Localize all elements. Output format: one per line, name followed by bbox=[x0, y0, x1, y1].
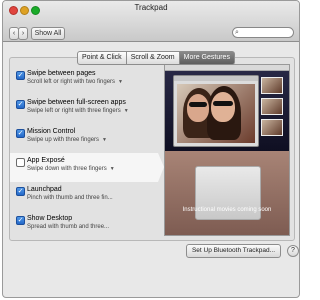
chevron-right-icon: › bbox=[21, 30, 25, 37]
chevron-down-icon: ▼ bbox=[118, 79, 123, 85]
window-title: Trackpad bbox=[134, 3, 168, 12]
preview-caption: Instructional movies coming soon bbox=[182, 207, 272, 213]
preview-photo-toolbar bbox=[174, 76, 258, 81]
option-app-expose[interactable]: App Exposé Swipe down with three fingers… bbox=[10, 153, 164, 182]
tab-bar: Point & Click Scroll & Zoom More Gesture… bbox=[77, 51, 235, 65]
option-swipe-full-screen-apps[interactable]: ✓ Swipe between full-screen apps Swipe l… bbox=[10, 95, 158, 124]
option-show-desktop[interactable]: ✓ Show Desktop Spread with thumb and thr… bbox=[10, 211, 158, 240]
preview-menu-bar bbox=[165, 65, 289, 71]
option-swipe-between-pages[interactable]: ✓ Swipe between pages Scroll left or rig… bbox=[10, 66, 158, 95]
search-field[interactable]: ⌕ bbox=[232, 27, 294, 38]
chevron-down-icon: ▼ bbox=[109, 166, 115, 172]
option-subtitle: Spread with thumb and three... bbox=[27, 224, 110, 230]
mission-control-checkbox[interactable]: ✓ bbox=[16, 129, 25, 138]
option-subtitle-dropdown[interactable]: Swipe up with three fingers ▼ bbox=[27, 137, 107, 143]
option-title: App Exposé bbox=[27, 157, 65, 164]
preview-thumbnail bbox=[261, 119, 283, 136]
preview-thumbnails bbox=[261, 77, 283, 140]
preview-screen-image bbox=[165, 65, 289, 151]
option-mission-control[interactable]: ✓ Mission Control Swipe up with three fi… bbox=[10, 124, 158, 153]
show-all-button[interactable]: Show All bbox=[31, 27, 65, 40]
option-subtitle: Scroll left or right with two fingers bbox=[27, 79, 116, 85]
chevron-down-icon: ▼ bbox=[102, 137, 107, 143]
help-button[interactable]: ? bbox=[287, 245, 299, 257]
forward-button[interactable]: › bbox=[18, 27, 28, 40]
show-desktop-checkbox[interactable]: ✓ bbox=[16, 216, 25, 225]
chevron-left-icon: ‹ bbox=[12, 30, 16, 37]
option-title: Swipe between full-screen apps bbox=[27, 99, 126, 106]
preview-photo-window bbox=[173, 75, 259, 147]
trackpad-preferences-window: Trackpad ‹ › Show All ⌕ Point & Click Sc… bbox=[2, 0, 300, 298]
app-expose-checkbox[interactable] bbox=[16, 158, 25, 167]
option-subtitle-dropdown[interactable]: Swipe down with three fingers ▼ bbox=[27, 166, 115, 172]
search-input[interactable] bbox=[244, 28, 291, 37]
option-title: Launchpad bbox=[27, 186, 62, 193]
option-subtitle: Pinch with thumb and three fin... bbox=[27, 195, 113, 201]
chevron-down-icon: ▼ bbox=[123, 108, 129, 114]
preview-trackpad-area: Instructional movies coming soon bbox=[165, 151, 289, 235]
option-subtitle: Swipe down with three fingers bbox=[27, 166, 107, 172]
preview-photo-detail bbox=[213, 101, 233, 106]
preview-photo-detail bbox=[211, 92, 235, 122]
tab-scroll-and-zoom[interactable]: Scroll & Zoom bbox=[126, 51, 180, 65]
preview-thumbnail bbox=[261, 98, 283, 115]
option-title: Show Desktop bbox=[27, 215, 73, 222]
gestures-panel: ✓ Swipe between pages Scroll left or rig… bbox=[9, 57, 295, 241]
search-icon: ⌕ bbox=[235, 29, 239, 36]
title-bar: Trackpad ‹ › Show All ⌕ bbox=[3, 1, 299, 42]
option-subtitle: Swipe up with three fingers bbox=[27, 137, 100, 143]
option-title: Swipe between pages bbox=[27, 70, 96, 77]
preview-photo-detail bbox=[187, 94, 209, 122]
swipe-full-screen-apps-checkbox[interactable]: ✓ bbox=[16, 100, 25, 109]
option-title: Mission Control bbox=[27, 128, 76, 135]
option-subtitle-dropdown[interactable]: Swipe left or right with three fingers ▼ bbox=[27, 108, 129, 114]
option-subtitle-dropdown[interactable]: Scroll left or right with two fingers ▼ bbox=[27, 79, 123, 85]
preview-photo bbox=[177, 84, 255, 143]
option-subtitle: Swipe left or right with three fingers bbox=[27, 108, 121, 114]
gesture-preview: Instructional movies coming soon bbox=[164, 64, 290, 236]
launchpad-checkbox[interactable]: ✓ bbox=[16, 187, 25, 196]
gesture-options-list: ✓ Swipe between pages Scroll left or rig… bbox=[10, 66, 164, 240]
preview-photo-detail bbox=[189, 102, 207, 107]
tab-point-and-click[interactable]: Point & Click bbox=[77, 51, 127, 65]
preview-thumbnail bbox=[261, 77, 283, 94]
option-launchpad[interactable]: ✓ Launchpad Pinch with thumb and three f… bbox=[10, 182, 158, 211]
setup-bluetooth-trackpad-button[interactable]: Set Up Bluetooth Trackpad... bbox=[186, 244, 281, 258]
tab-more-gestures[interactable]: More Gestures bbox=[179, 51, 235, 65]
swipe-between-pages-checkbox[interactable]: ✓ bbox=[16, 71, 25, 80]
